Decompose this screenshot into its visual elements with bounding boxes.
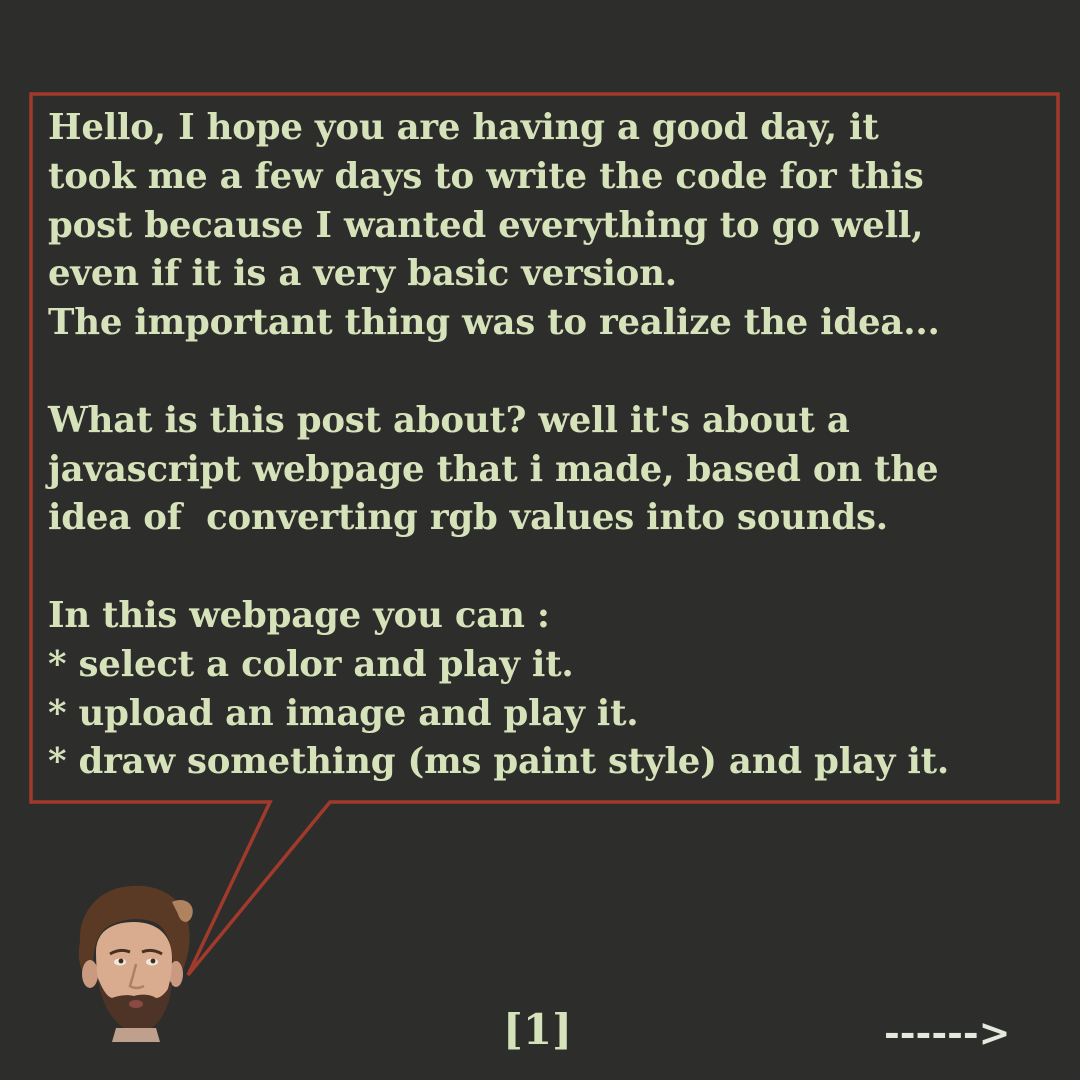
- bubble-line: In this webpage you can :: [48, 594, 550, 636]
- avatar-neck: [112, 1028, 160, 1042]
- bubble-line: What is this post about? well it's about…: [48, 399, 850, 441]
- page-number: [1]: [503, 1005, 572, 1054]
- bubble-line: * select a color and play it.: [48, 643, 574, 685]
- bubble-line: * upload an image and play it.: [48, 692, 639, 734]
- bubble-line: * draw something (ms paint style) and pl…: [48, 741, 950, 783]
- avatar-pupil: [118, 958, 124, 964]
- next-page-arrow[interactable]: ------>: [884, 1008, 1010, 1058]
- bubble-line: The important thing was to realize the i…: [48, 302, 940, 344]
- bubble-line: [48, 348, 1048, 397]
- bubble-line: post because I wanted everything to go w…: [48, 204, 924, 246]
- bubble-line: idea of converting rgb values into sound…: [48, 497, 888, 539]
- bubble-line: Hello, I hope you are having a good day,…: [48, 107, 879, 148]
- bubble-line: javascript webpage that i made, based on…: [48, 448, 939, 490]
- avatar-ear: [82, 960, 98, 988]
- avatar-pupil: [150, 958, 156, 964]
- bubble-line: [48, 543, 1048, 592]
- speech-bubble-text: Hello, I hope you are having a good day,…: [48, 104, 1048, 787]
- avatar-mouth: [129, 1000, 143, 1008]
- bubble-line: even if it is a very basic version.: [48, 253, 677, 295]
- person-face-icon: [78, 885, 193, 1042]
- bubble-line: took me a few days to write the code for…: [48, 155, 924, 197]
